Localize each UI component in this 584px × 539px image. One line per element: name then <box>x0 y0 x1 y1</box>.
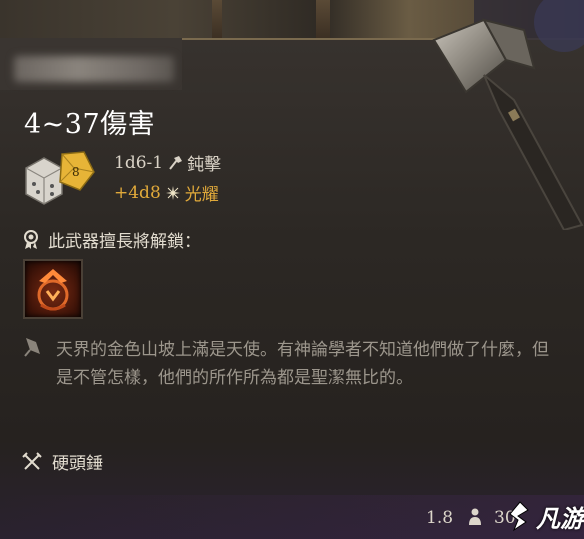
damage-range-title: 4~37傷害 <box>24 109 156 140</box>
ribbon-award-icon <box>24 229 38 249</box>
mastery-label: 此武器擅長將解鎖： <box>48 232 201 252</box>
radiant-star-icon <box>165 185 180 200</box>
site-watermark: 凡游 <box>506 494 584 538</box>
hammer-strike-icon <box>169 155 183 170</box>
skill-tile-icon <box>37 269 69 311</box>
weight-icon <box>469 508 481 525</box>
svg-text:8: 8 <box>72 165 80 179</box>
damage-type-label: 鈍擊 <box>187 155 222 175</box>
item-name-obscured <box>14 56 174 82</box>
watermark-logo-icon <box>509 501 529 532</box>
dice-notation: +4d8 <box>114 182 161 203</box>
damage-type-label: 光耀 <box>184 185 219 205</box>
dice-notation: 1d6-1 <box>114 152 164 173</box>
weapon-action-skill[interactable] <box>23 259 83 319</box>
watermark-text: 凡游 <box>536 504 584 533</box>
weapon-type-line: 硬頭錘 <box>22 449 103 474</box>
weapon-type-label: 硬頭錘 <box>52 454 103 474</box>
game-screen: 4~37傷害 8 1d6-1 鈍擊 +4d8 光耀 此武器擅長將解鎖： 天界的金… <box>0 0 584 539</box>
bludgeoning-damage-line: 1d6-1 鈍擊 <box>114 150 222 176</box>
flavor-text: 天界的金色山坡上滿是天使。有神論學者不知道他們做了什麼，但是不管怎樣，他們的所作… <box>56 340 549 388</box>
mace-item-illustration <box>432 0 584 230</box>
background-pillar <box>316 0 330 40</box>
crossed-weapons-icon <box>22 451 42 470</box>
background-pillar <box>212 0 222 40</box>
lore-quill-icon <box>24 338 40 357</box>
damage-dice-icon: 8 <box>25 151 95 205</box>
item-weight: 1.8 <box>426 508 454 528</box>
weapon-mastery-line: 此武器擅長將解鎖： <box>22 227 201 252</box>
radiant-damage-line: +4d8 光耀 <box>114 180 219 206</box>
